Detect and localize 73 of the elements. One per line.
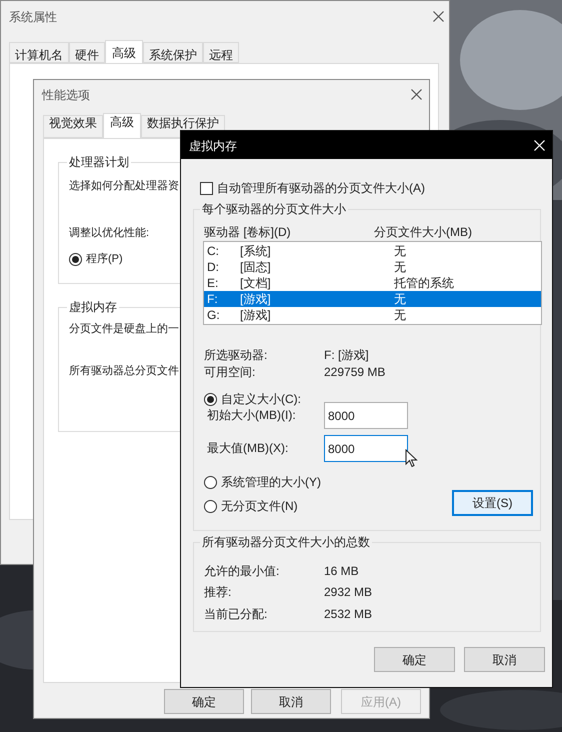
group-title: 处理器计划 [67, 154, 131, 170]
tab[interactable]: 远程 [203, 42, 239, 63]
checkbox[interactable] [200, 182, 213, 194]
drive-label: [游戏] [240, 307, 272, 323]
field-value: 2532 MB [324, 606, 372, 623]
field-value: 2932 MB [324, 584, 372, 601]
drive-letter: D: [207, 259, 220, 275]
checkbox-label[interactable]: 自动管理所有驱动器的分页文件大小(A) [217, 179, 425, 197]
list-row[interactable]: E: [文档] 托管的系统 [204, 275, 541, 291]
field-value: 229759 MB [324, 364, 386, 381]
drive-label: [游戏] [240, 291, 272, 307]
drive-letter: E: [207, 275, 220, 291]
field-label: 所选驱动器: [204, 347, 268, 364]
list-row[interactable]: F: [游戏] 无 [204, 291, 541, 307]
radio-button[interactable] [69, 252, 82, 266]
group-title: 每个驱动器的分页文件大小 [200, 201, 348, 217]
window-title: 性能选项 [42, 87, 90, 104]
page-file-size: 无 [394, 259, 406, 275]
button[interactable]: 确定 [164, 689, 244, 714]
radio-label[interactable]: 自定义大小(C): [221, 390, 301, 408]
list-row[interactable]: C: [系统] 无 [204, 243, 541, 259]
tab[interactable]: 系统保护 [143, 42, 203, 63]
input-field[interactable]: 8000 [324, 402, 408, 429]
list-row[interactable]: D: [固态] 无 [204, 259, 541, 275]
field-label: 当前已分配: [204, 606, 268, 623]
field-label: 最大值(MB)(X): [207, 440, 288, 457]
group-title: 虚拟内存 [67, 299, 119, 315]
drive-label: [固态] [240, 259, 272, 275]
input-field[interactable]: 8000 [324, 435, 408, 462]
column-header: 驱动器 [卷标](D) [204, 224, 291, 241]
radio-label[interactable]: 无分页文件(N) [221, 497, 298, 515]
drive-label: [文档] [240, 275, 272, 291]
button[interactable]: 取消 [251, 689, 331, 714]
window-title: 虚拟内存 [189, 138, 237, 155]
set-button[interactable]: 设置(S) [452, 490, 533, 516]
radio-label[interactable]: 程序(P) [86, 251, 123, 268]
tab[interactable]: 高级 [105, 40, 143, 64]
button[interactable]: 确定 [374, 647, 455, 672]
close-icon[interactable] [411, 89, 422, 100]
field-value: 16 MB [324, 563, 359, 580]
tab[interactable]: 计算机名 [9, 42, 69, 63]
list-row[interactable]: G: [游戏] 无 [204, 307, 541, 323]
description-text: 所有驱动器总分页文件 [69, 364, 179, 379]
description-text: 分页文件是硬盘上的一 [69, 322, 179, 337]
drive-list[interactable]: C: [系统] 无 D: [固态] 无 E: [文档] 托管的系统 F: [游戏] 无 G: [游戏] 无 [203, 241, 542, 325]
field-label: 允许的最小值: [204, 563, 280, 580]
radio-button[interactable] [204, 500, 217, 512]
field-value: F: [游戏] [324, 347, 369, 364]
group-title: 所有驱动器分页文件大小的总数 [200, 534, 372, 550]
page-file-size: 无 [394, 243, 406, 259]
page-file-size: 无 [394, 291, 406, 307]
drive-letter: C: [207, 243, 220, 259]
tab[interactable]: 视觉效果 [43, 115, 103, 138]
window-title: 系统属性 [9, 9, 57, 26]
description-text: 选择如何分配处理器资 [69, 179, 179, 194]
mouse-pointer-icon [405, 449, 418, 468]
radio-button[interactable] [204, 392, 217, 406]
radio-button[interactable] [204, 476, 217, 488]
field-label: 推荐: [204, 584, 232, 601]
column-header: 分页文件大小(MB) [374, 224, 472, 241]
field-label: 调整以优化性能: [69, 226, 150, 241]
button[interactable]: 取消 [464, 647, 545, 672]
drive-letter: G: [207, 307, 221, 323]
drive-label: [系统] [240, 243, 272, 259]
drive-letter: F: [207, 291, 219, 307]
page-file-size: 无 [394, 307, 406, 323]
field-label: 可用空间: [204, 364, 256, 381]
radio-label[interactable]: 系统管理的大小(Y) [221, 473, 321, 491]
field-label: 初始大小(MB)(I): [207, 407, 296, 424]
close-icon[interactable] [433, 11, 444, 22]
tab[interactable]: 硬件 [69, 42, 105, 63]
tab[interactable]: 高级 [103, 113, 141, 139]
page-file-size: 托管的系统 [394, 275, 454, 291]
